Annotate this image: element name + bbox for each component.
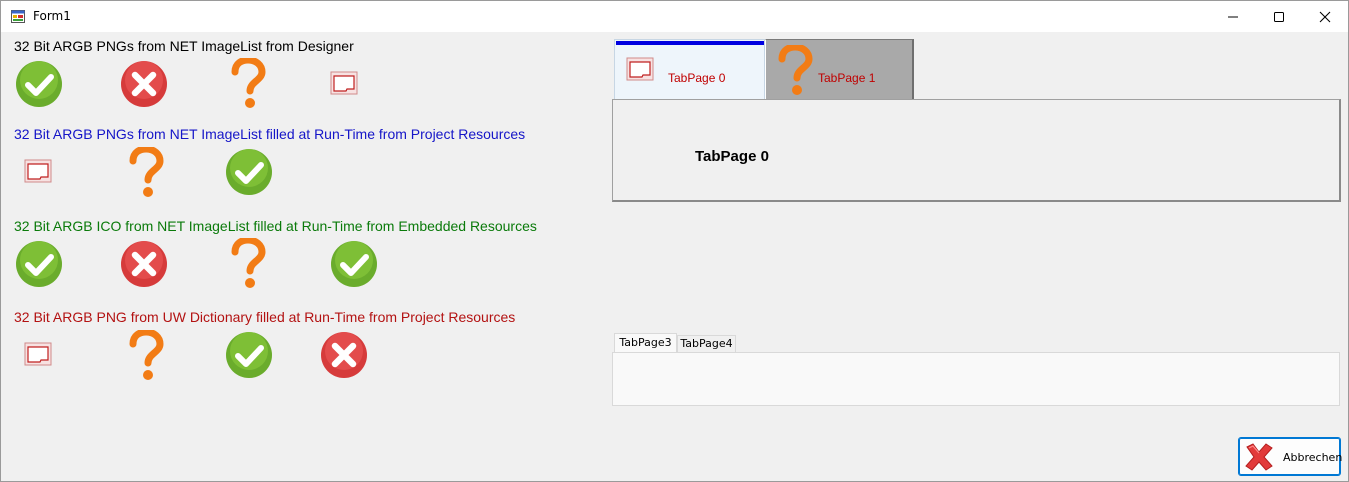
question-icon [129,330,164,380]
window-icon [330,71,358,95]
cancel-button-label: Abbrechen [1283,451,1343,464]
close-button[interactable] [1302,1,1348,32]
question-icon [231,238,266,288]
window-title: Form1 [33,9,71,23]
tab-page-4[interactable]: TabPage4 [677,335,736,352]
title-bar[interactable]: Form1 [1,1,1348,32]
form-app-icon [11,10,25,23]
main-window: Form1 32 Bit ARGB PNGs from NET ImageLis… [0,0,1349,482]
tab-page-1-label: TabPage 1 [818,71,876,85]
maximize-icon [1274,12,1284,22]
check-icon [226,149,272,195]
tab-content-label: TabPage 0 [695,148,769,165]
minimize-button[interactable] [1210,1,1256,32]
question-icon [778,45,813,95]
error-icon [321,332,367,378]
check-icon [226,332,272,378]
tab-page-1[interactable]: TabPage 1 [765,39,914,100]
tab-page-3[interactable]: TabPage3 [614,333,677,353]
check-icon [16,61,62,107]
check-icon [16,241,62,287]
tab-page-0[interactable]: TabPage 0 [614,39,765,100]
tab-page-3-content [612,352,1340,406]
error-icon [121,241,167,287]
section-label-designer: 32 Bit ARGB PNGs from NET ImageList from… [14,38,354,54]
minimize-icon [1228,16,1238,18]
cancel-button[interactable]: Abbrechen [1238,437,1343,476]
close-icon [1319,11,1331,23]
tab-page-0-content: TabPage 0 [612,99,1341,202]
tab-page-0-label: TabPage 0 [668,71,726,85]
selected-tab-indicator [616,41,764,45]
section-label-embedded-resources: 32 Bit ARGB ICO from NET ImageList fille… [14,218,537,234]
section-label-project-resources: 32 Bit ARGB PNGs from NET ImageList fill… [14,126,526,142]
error-icon [121,61,167,107]
window-icon [24,159,52,183]
check-icon [331,241,377,287]
maximize-button[interactable] [1256,1,1302,32]
question-icon [129,147,164,197]
window-icon [626,57,654,81]
question-icon [231,58,266,108]
red-x-icon [1245,443,1273,471]
section-label-uw-dictionary: 32 Bit ARGB PNG from UW Dictionary fille… [14,309,516,325]
window-icon [24,342,52,366]
